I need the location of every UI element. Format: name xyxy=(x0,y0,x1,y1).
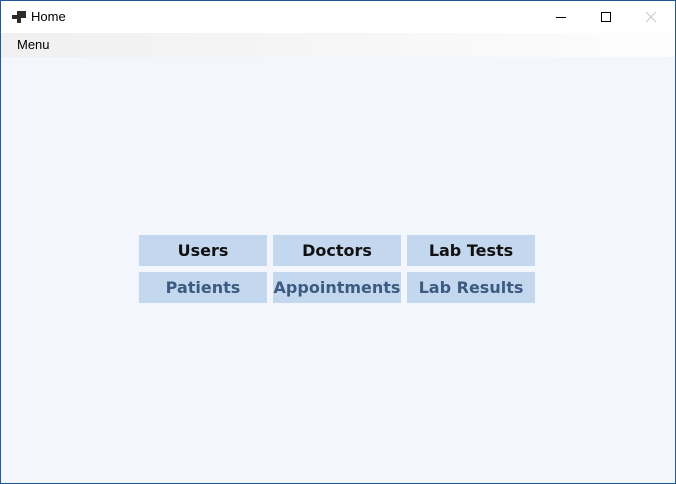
client-area: Users Doctors Lab Tests Patients Appoint… xyxy=(1,57,675,483)
window-title: Home xyxy=(31,9,66,24)
users-button[interactable]: Users xyxy=(139,235,267,266)
lab-tests-button[interactable]: Lab Tests xyxy=(407,235,535,266)
minimize-icon xyxy=(556,16,566,18)
title-bar[interactable]: Home xyxy=(1,1,675,33)
menu-bar: Menu xyxy=(1,33,675,57)
maximize-button[interactable] xyxy=(583,1,629,32)
menu-item-menu[interactable]: Menu xyxy=(10,34,57,56)
patients-button[interactable]: Patients xyxy=(139,272,267,303)
maximize-icon xyxy=(601,11,611,22)
close-icon xyxy=(645,11,657,22)
main-window: Home Menu Users Doctors Lab Tests Patien… xyxy=(0,0,676,484)
doctors-button[interactable]: Doctors xyxy=(273,235,401,266)
appointments-button[interactable]: Appointments xyxy=(273,272,401,303)
minimize-button[interactable] xyxy=(538,1,584,32)
close-button[interactable] xyxy=(628,1,674,32)
lab-results-button[interactable]: Lab Results xyxy=(407,272,535,303)
app-window-icon xyxy=(12,11,26,23)
